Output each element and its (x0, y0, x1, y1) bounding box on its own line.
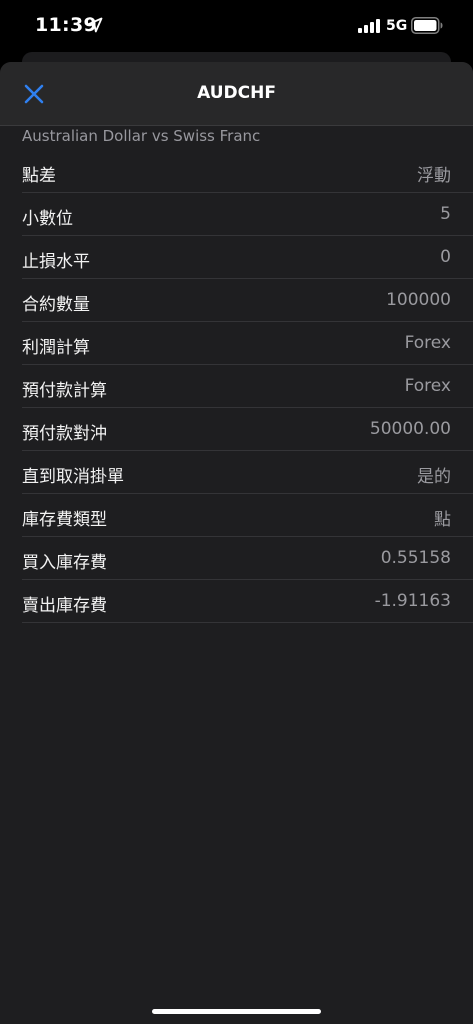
spec-row-gtc-orders: 直到取消掛單 是的 (22, 451, 473, 494)
spec-row-contract-size: 合約數量 100000 (22, 279, 473, 322)
spec-value: 0.55158 (380, 548, 451, 568)
spec-label: 庫存費類型 (22, 510, 107, 530)
spec-value: 浮動 (417, 166, 451, 186)
spec-value: Forex (404, 333, 451, 353)
symbol-description: Australian Dollar vs Swiss Franc (22, 127, 261, 145)
battery-icon (411, 17, 443, 34)
home-indicator[interactable] (152, 1009, 321, 1014)
spec-label: 預付款對沖 (22, 424, 107, 444)
spec-label: 預付款計算 (22, 381, 107, 401)
status-bar: 11:39 5G (0, 0, 473, 52)
specification-list: 點差 浮動 小數位 5 止損水平 0 合約數量 100000 利潤計算 Fore… (22, 150, 473, 623)
spec-value: 50000.00 (369, 419, 451, 439)
location-arrow-icon (87, 17, 103, 33)
spec-row-digits: 小數位 5 (22, 193, 473, 236)
network-type: 5G (386, 18, 408, 34)
spec-label: 賣出庫存費 (22, 596, 107, 616)
symbol-details-sheet: AUDCHF Australian Dollar vs Swiss Franc … (0, 62, 473, 1024)
spec-label: 利潤計算 (22, 338, 90, 358)
navigation-bar: AUDCHF (0, 62, 473, 126)
spec-value: 100000 (386, 290, 451, 310)
spec-label: 點差 (22, 166, 56, 186)
spec-label: 買入庫存費 (22, 553, 107, 573)
spec-value: 是的 (417, 467, 451, 487)
spec-value: 0 (440, 247, 451, 267)
spec-row-profit-calculation: 利潤計算 Forex (22, 322, 473, 365)
spec-row-margin-calculation: 預付款計算 Forex (22, 365, 473, 408)
spec-value: 5 (440, 204, 451, 224)
spec-row-swap-short: 賣出庫存費 -1.91163 (22, 580, 473, 623)
spec-label: 直到取消掛單 (22, 467, 124, 487)
cellular-signal-icon (358, 19, 380, 33)
spec-label: 合約數量 (22, 295, 90, 315)
spec-value: 點 (434, 510, 451, 530)
page-title: AUDCHF (197, 83, 276, 103)
spec-label: 小數位 (22, 209, 73, 229)
spec-value: -1.91163 (374, 591, 451, 611)
spec-value: Forex (404, 376, 451, 396)
spec-row-swap-long: 買入庫存費 0.55158 (22, 537, 473, 580)
spec-row-margin-hedged: 預付款對沖 50000.00 (22, 408, 473, 451)
spec-row-stops-level: 止損水平 0 (22, 236, 473, 279)
spec-label: 止損水平 (22, 252, 90, 272)
spec-row-swap-type: 庫存費類型 點 (22, 494, 473, 537)
spec-row-spread: 點差 浮動 (22, 150, 473, 193)
